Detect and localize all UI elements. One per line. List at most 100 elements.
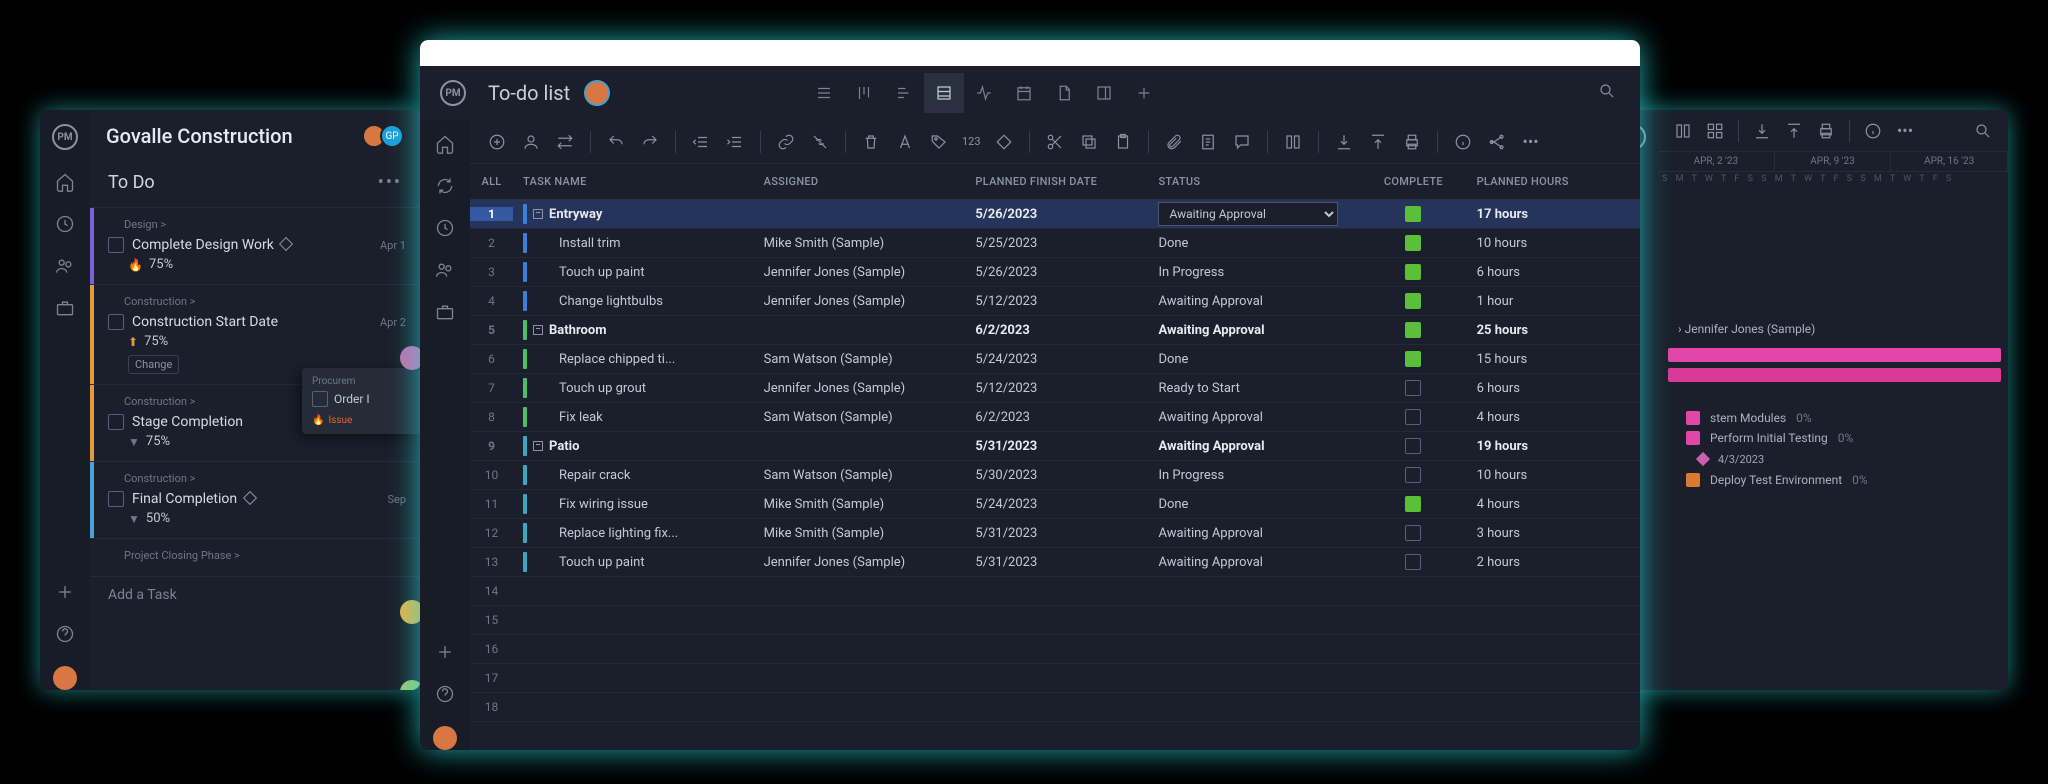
th-status[interactable]: STATUS [1148, 175, 1360, 188]
table-row[interactable]: 4Change lightbulbsJennifer Jones (Sample… [470, 287, 1640, 316]
print-icon[interactable] [1811, 116, 1841, 146]
complete-checkbox[interactable] [1405, 235, 1421, 251]
avatar[interactable] [53, 666, 77, 690]
add-task-icon[interactable] [482, 127, 512, 157]
complete-checkbox[interactable] [1405, 293, 1421, 309]
checkbox[interactable] [108, 414, 124, 430]
table-row[interactable]: 2Install trimMike Smith (Sample)5/25/202… [470, 229, 1640, 258]
info-icon[interactable] [1448, 127, 1478, 157]
expander-icon[interactable]: − [533, 325, 543, 335]
task-card[interactable]: Design >Complete Design Work Apr 1🔥75% [90, 207, 420, 284]
comment-icon[interactable] [1227, 127, 1257, 157]
plus-icon[interactable] [435, 642, 455, 662]
tab-sheet-icon[interactable] [924, 73, 964, 113]
tag-icon[interactable] [924, 127, 954, 157]
table-row[interactable]: 17 [470, 664, 1640, 693]
briefcase-icon[interactable] [55, 298, 75, 318]
th-complete[interactable]: COMPLETE [1360, 175, 1466, 188]
home-icon[interactable] [55, 172, 75, 192]
complete-checkbox[interactable] [1405, 554, 1421, 570]
table-row[interactable]: 9−Patio5/31/2023Awaiting Approval19 hour… [470, 432, 1640, 461]
export-icon[interactable] [1363, 127, 1393, 157]
table-row[interactable]: 15 [470, 606, 1640, 635]
expander-icon[interactable]: − [533, 441, 543, 451]
table-row[interactable]: 7Touch up groutJennifer Jones (Sample)5/… [470, 374, 1640, 403]
status-select[interactable]: Awaiting Approval [1158, 202, 1338, 226]
tab-gantt-icon[interactable] [884, 73, 924, 113]
expander-icon[interactable]: − [533, 209, 543, 219]
unlink-icon[interactable] [805, 127, 835, 157]
tab-panel-icon[interactable] [1084, 73, 1124, 113]
complete-checkbox[interactable] [1405, 351, 1421, 367]
avatar-stack[interactable]: GP [368, 124, 404, 148]
gantt-bar[interactable] [1668, 348, 2001, 362]
complete-checkbox[interactable] [1405, 322, 1421, 338]
task-card[interactable]: Project Closing Phase > [90, 538, 420, 576]
table-row[interactable]: 14 [470, 577, 1640, 606]
add-task-button[interactable]: Add a Task [90, 576, 420, 613]
checkbox[interactable] [108, 314, 124, 330]
home-icon[interactable] [435, 134, 455, 154]
more-icon[interactable]: ••• [1890, 116, 1920, 146]
checkbox[interactable] [108, 491, 124, 507]
search-icon[interactable] [1590, 82, 1624, 104]
th-date[interactable]: PLANNED FINISH DATE [965, 175, 1148, 188]
table-row[interactable]: 11Fix wiring issueMike Smith (Sample)5/2… [470, 490, 1640, 519]
complete-checkbox[interactable] [1405, 264, 1421, 280]
link-icon[interactable] [771, 127, 801, 157]
complete-checkbox[interactable] [1405, 467, 1421, 483]
table-row[interactable]: 8Fix leakSam Watson (Sample)6/2/2023Awai… [470, 403, 1640, 432]
table-row[interactable]: 6Replace chipped ti...Sam Watson (Sample… [470, 345, 1640, 374]
print-icon[interactable] [1397, 127, 1427, 157]
import-icon[interactable] [1747, 116, 1777, 146]
trash-icon[interactable] [856, 127, 886, 157]
table-row[interactable]: 18 [470, 693, 1640, 722]
th-all[interactable]: ALL [470, 175, 513, 188]
tab-board-icon[interactable] [844, 73, 884, 113]
avatar[interactable] [433, 726, 457, 750]
plus-icon[interactable] [55, 582, 75, 602]
clock-icon[interactable] [435, 218, 455, 238]
users-icon[interactable] [435, 260, 455, 280]
table-row[interactable]: 3Touch up paintJennifer Jones (Sample)5/… [470, 258, 1640, 287]
checkbox[interactable] [108, 237, 124, 253]
avatar[interactable] [584, 80, 610, 106]
assign-icon[interactable] [516, 127, 546, 157]
briefcase-icon[interactable] [435, 302, 455, 322]
complete-checkbox[interactable] [1405, 525, 1421, 541]
checkbox[interactable] [312, 391, 328, 407]
grid-icon[interactable] [1700, 116, 1730, 146]
tab-file-icon[interactable] [1044, 73, 1084, 113]
help-icon[interactable] [435, 684, 455, 704]
outdent-icon[interactable] [686, 127, 716, 157]
more-icon[interactable]: ••• [378, 172, 402, 193]
undo-icon[interactable] [601, 127, 631, 157]
more-icon[interactable]: ••• [1516, 127, 1546, 157]
complete-checkbox[interactable] [1405, 438, 1421, 454]
complete-checkbox[interactable] [1405, 409, 1421, 425]
gantt-bar[interactable] [1668, 368, 2001, 382]
th-assigned[interactable]: ASSIGNED [754, 175, 966, 188]
complete-checkbox[interactable] [1405, 496, 1421, 512]
users-icon[interactable] [55, 256, 75, 276]
export-icon[interactable] [1779, 116, 1809, 146]
tab-list-icon[interactable] [804, 73, 844, 113]
import-icon[interactable] [1329, 127, 1359, 157]
paste-icon[interactable] [1108, 127, 1138, 157]
task-card[interactable]: Construction >Final Completion Sep▼50% [90, 461, 420, 538]
gantt-item[interactable]: stem Modules 0% [1658, 408, 2008, 428]
swap-icon[interactable] [550, 127, 580, 157]
tab-calendar-icon[interactable] [1004, 73, 1044, 113]
table-row[interactable]: 10Repair crackSam Watson (Sample)5/30/20… [470, 461, 1640, 490]
table-row[interactable]: 16 [470, 635, 1640, 664]
refresh-icon[interactable] [435, 176, 455, 196]
tab-add-icon[interactable] [1124, 73, 1164, 113]
share-icon[interactable] [1482, 127, 1512, 157]
complete-checkbox[interactable] [1405, 206, 1421, 222]
cut-icon[interactable] [1040, 127, 1070, 157]
indent-icon[interactable] [720, 127, 750, 157]
table-row[interactable]: 12Replace lighting fix...Mike Smith (Sam… [470, 519, 1640, 548]
search-icon[interactable] [1968, 116, 1998, 146]
th-hours[interactable]: PLANNED HOURS [1467, 175, 1640, 188]
table-row[interactable]: 1−Entryway5/26/2023Awaiting Approval17 h… [470, 200, 1640, 229]
